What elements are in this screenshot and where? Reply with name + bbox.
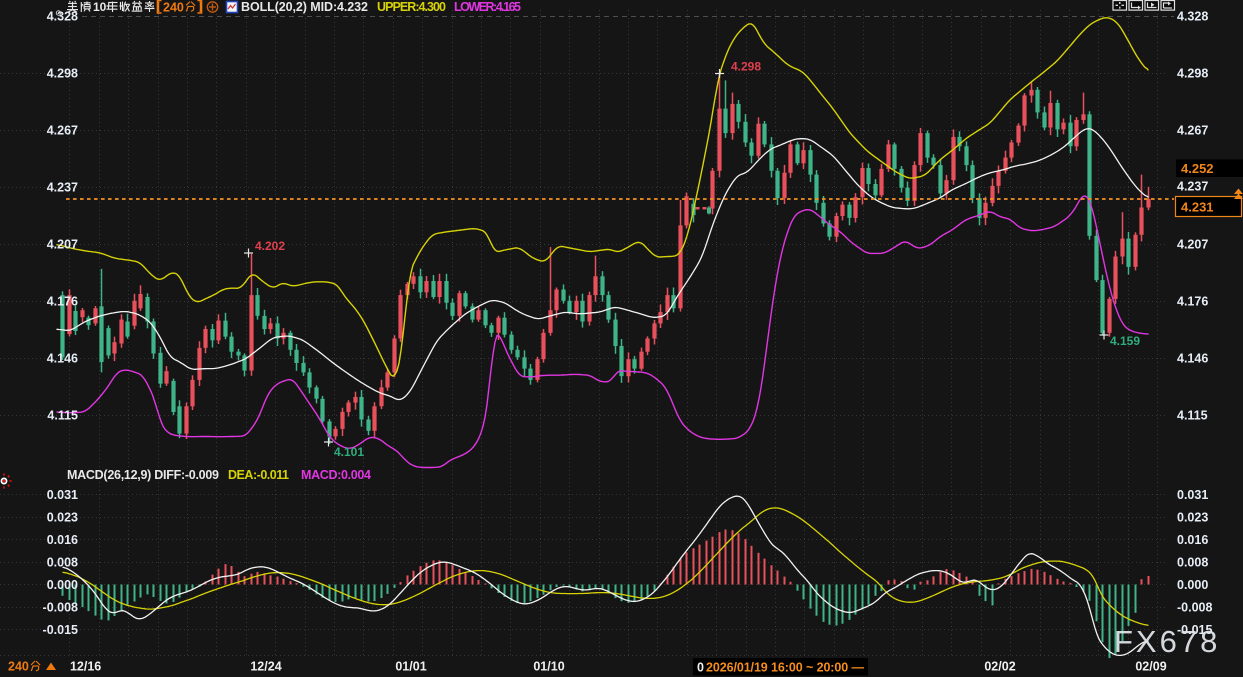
- svg-text:0.023: 0.023: [1177, 511, 1208, 525]
- svg-text:02/02: 02/02: [984, 660, 1015, 674]
- svg-text:0.031: 0.031: [1177, 488, 1208, 502]
- svg-text:-0.008: -0.008: [1177, 601, 1212, 615]
- svg-text:4.267: 4.267: [1177, 124, 1208, 138]
- svg-text:2026/01/19 16:00 ~ 20:00 —: 2026/01/19 16:00 ~ 20:00 —: [706, 661, 865, 675]
- svg-text:4.202: 4.202: [255, 239, 285, 253]
- svg-text:MACD:0.004: MACD:0.004: [301, 468, 371, 482]
- svg-text:01/01: 01/01: [395, 660, 426, 674]
- svg-text:240: 240: [163, 1, 184, 15]
- svg-text:10: 10: [93, 0, 107, 14]
- svg-text:4.207: 4.207: [1177, 238, 1208, 252]
- svg-text:4.328: 4.328: [1177, 10, 1208, 24]
- svg-text:12/24: 12/24: [250, 660, 281, 674]
- svg-text:0.000: 0.000: [47, 578, 78, 592]
- svg-text:0.016: 0.016: [1177, 533, 1208, 547]
- svg-text:DEA:-0.011: DEA:-0.011: [228, 468, 289, 482]
- svg-text:4.176: 4.176: [1177, 295, 1208, 309]
- svg-text:4.231: 4.231: [1181, 200, 1214, 215]
- svg-text:12/16: 12/16: [70, 660, 101, 674]
- svg-text:4.267: 4.267: [47, 124, 78, 138]
- svg-text:4.298: 4.298: [731, 60, 761, 74]
- svg-text:0: 0: [697, 661, 704, 675]
- svg-text:4.237: 4.237: [1177, 180, 1208, 194]
- svg-text:4.328: 4.328: [47, 10, 78, 24]
- svg-text:4.159: 4.159: [1110, 334, 1140, 348]
- svg-text:4.115: 4.115: [47, 409, 78, 423]
- svg-text:02/09: 02/09: [1135, 660, 1166, 674]
- svg-text:0.023: 0.023: [47, 511, 78, 525]
- svg-text:4.237: 4.237: [47, 181, 78, 195]
- svg-text:0.008: 0.008: [47, 556, 78, 570]
- svg-text:0.016: 0.016: [47, 533, 78, 547]
- svg-text:BOLL(20,2) MID:4.232: BOLL(20,2) MID:4.232: [241, 0, 368, 14]
- svg-text:FX678: FX678: [1114, 624, 1220, 659]
- svg-text:4.176: 4.176: [47, 295, 78, 309]
- svg-text:MACD(26,12,9) DIFF:-0.009: MACD(26,12,9) DIFF:-0.009: [67, 468, 219, 482]
- svg-text:4.298: 4.298: [47, 67, 78, 81]
- svg-text:01/10: 01/10: [533, 660, 564, 674]
- svg-text:-0.015: -0.015: [43, 623, 78, 637]
- svg-text:4.146: 4.146: [47, 352, 78, 366]
- svg-text:240: 240: [8, 660, 29, 674]
- svg-text:4.146: 4.146: [1177, 352, 1208, 366]
- svg-text:4.115: 4.115: [1177, 409, 1208, 423]
- svg-text:0.000: 0.000: [1177, 578, 1208, 592]
- svg-text:0.008: 0.008: [1177, 556, 1208, 570]
- svg-text:4.298: 4.298: [1177, 67, 1208, 81]
- svg-text:-0.008: -0.008: [43, 601, 78, 615]
- svg-text:0.031: 0.031: [47, 488, 78, 502]
- svg-text:UPPER:4.300: UPPER:4.300: [377, 0, 446, 14]
- svg-text:4.101: 4.101: [334, 445, 364, 459]
- svg-text:4.252: 4.252: [1181, 161, 1214, 176]
- svg-text:LOWER:4.165: LOWER:4.165: [454, 0, 521, 14]
- svg-text:4.207: 4.207: [47, 238, 78, 252]
